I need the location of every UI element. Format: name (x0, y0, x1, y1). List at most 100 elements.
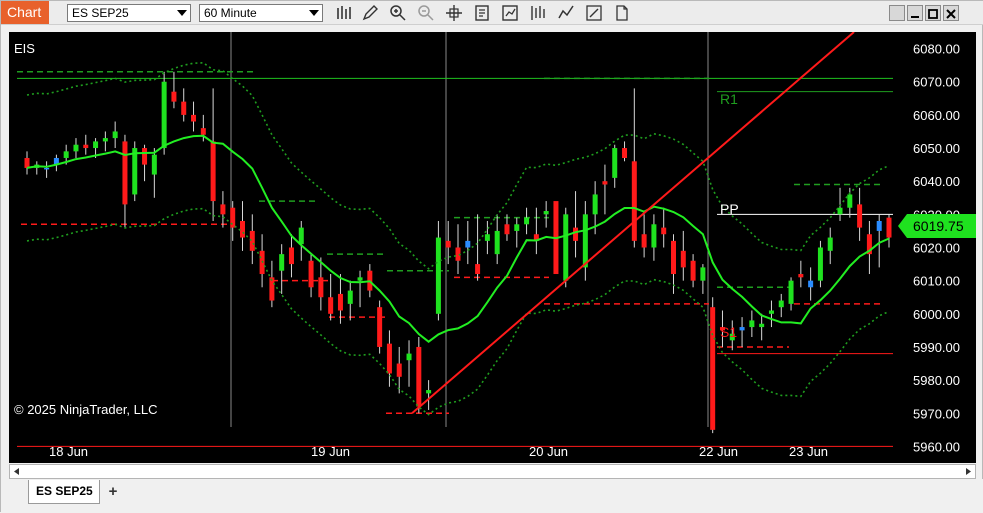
candle-body (671, 240, 676, 275)
zoom-in-icon[interactable] (389, 4, 407, 22)
price-tick-label: 6080.00 (913, 42, 960, 57)
candle-body (142, 148, 148, 165)
candle-body (690, 260, 696, 281)
price-tick-label: 5990.00 (913, 340, 960, 355)
candle-body (279, 254, 285, 271)
copyright-text: © 2025 NinjaTrader, LLC (14, 402, 158, 417)
price-tick-label: 6040.00 (913, 174, 960, 189)
price-chart-canvas: 6080.006070.006060.006050.006040.006030.… (17, 32, 960, 459)
candle-body (396, 363, 402, 377)
current-price-marker: 6019.75 (898, 214, 976, 238)
candle-body (543, 211, 549, 215)
candle-body (808, 280, 814, 288)
close-icon (946, 9, 956, 19)
close-button[interactable] (943, 5, 959, 21)
candle-body (386, 343, 392, 374)
crosshair-icon[interactable] (445, 4, 463, 22)
price-tick-label: 6060.00 (913, 108, 960, 123)
candle-body (122, 141, 128, 205)
time-tick-label: 22 Jun (699, 444, 738, 459)
candle-body (827, 237, 833, 251)
candle-body (749, 320, 755, 328)
candle-body (582, 214, 588, 268)
candle-body (622, 148, 628, 158)
minimize-button[interactable] (907, 5, 923, 21)
drawing-tools-icon[interactable] (557, 4, 575, 22)
templates-icon[interactable] (613, 4, 631, 22)
price-tick-label: 6000.00 (913, 307, 960, 322)
candle-body (876, 220, 882, 231)
candle-body (83, 144, 89, 149)
candle-body (680, 250, 686, 268)
candle-body (102, 138, 108, 142)
snap-button[interactable] (889, 5, 905, 21)
candle-body (337, 293, 343, 311)
candle-body (298, 227, 304, 245)
candle-body (181, 101, 187, 115)
chart-tab[interactable]: Chart (1, 1, 49, 24)
candle-body (504, 224, 510, 235)
candle-body (210, 141, 216, 202)
price-tick-label: 6020.00 (913, 241, 960, 256)
candle-body (847, 194, 853, 208)
candle-body (132, 148, 138, 195)
trend-line (411, 32, 855, 415)
interval-selector[interactable]: 60 Minute (199, 4, 323, 22)
chevron-down-icon (309, 10, 319, 16)
add-tab-icon[interactable]: + (103, 483, 123, 501)
candle-body (44, 167, 50, 170)
candle-body (220, 204, 226, 215)
maximize-button[interactable] (925, 5, 941, 21)
candle-body (161, 81, 167, 149)
candle-body (631, 161, 637, 241)
candle-body (357, 277, 363, 281)
candle-body (416, 346, 422, 407)
strategies-icon[interactable] (501, 4, 519, 22)
time-tick-label: 23 Jun (789, 444, 828, 459)
candle-body (171, 91, 177, 102)
chart-window: Chart ES SEP25 60 Minute 6080.00 6070.00 6… (0, 0, 983, 513)
zoom-out-icon[interactable] (417, 4, 435, 22)
candle-body (651, 224, 657, 248)
candle-body (739, 327, 745, 331)
chart-tab-bar: ES SEP25 + (1, 479, 983, 513)
interval-value: 60 Minute (204, 6, 257, 20)
candle-body (817, 247, 823, 281)
horizontal-scrollbar[interactable] (9, 464, 976, 479)
scroll-right-icon[interactable] (962, 465, 974, 478)
candle-body (200, 128, 206, 135)
candle-body (73, 144, 79, 152)
tab-es-sep25[interactable]: ES SEP25 (28, 480, 100, 504)
title-bar: Chart ES SEP25 60 Minute (1, 1, 983, 25)
candle-body (377, 307, 383, 347)
time-tick-label: 19 Jun (311, 444, 350, 459)
candle-body (710, 307, 716, 430)
price-tick-label: 6010.00 (913, 274, 960, 289)
candle-body (347, 290, 353, 304)
price-tick-label: 6070.00 (913, 75, 960, 90)
price-tick-label: 6050.00 (913, 141, 960, 156)
candle-body (269, 277, 275, 301)
drawing-pencil-icon[interactable] (361, 4, 379, 22)
candle-body (661, 227, 667, 235)
price-tick-label: 5960.00 (913, 439, 960, 454)
price-chart[interactable]: 6080.006070.006060.006050.006040.006030.… (9, 32, 976, 463)
price-tick-label: 5980.00 (913, 373, 960, 388)
scroll-left-icon[interactable] (11, 465, 23, 478)
candle-body (151, 154, 157, 175)
properties-icon[interactable] (585, 4, 603, 22)
candle-body (230, 207, 236, 228)
candle-body (788, 280, 794, 304)
bar-type-icon[interactable] (335, 4, 353, 22)
candle-body (406, 353, 412, 361)
candle-body (612, 148, 618, 178)
instrument-value: ES SEP25 (72, 6, 129, 20)
candle-body (93, 141, 99, 149)
data-box-icon[interactable] (473, 4, 491, 22)
instrument-selector[interactable]: ES SEP25 (67, 4, 191, 22)
candle-body (778, 300, 784, 308)
r1-label: R1 (720, 91, 738, 107)
candle-body (857, 204, 863, 228)
indicators-icon[interactable] (529, 4, 547, 22)
candle-body (563, 214, 569, 281)
